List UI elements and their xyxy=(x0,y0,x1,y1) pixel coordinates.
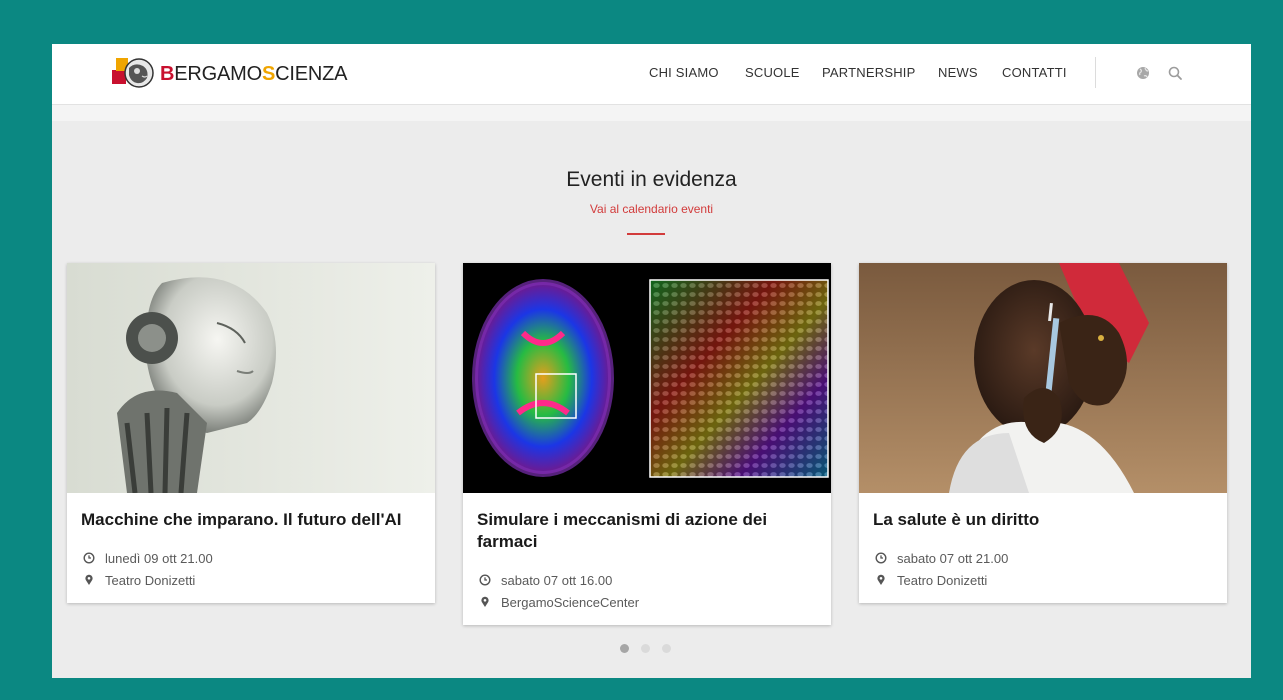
site-logo[interactable]: BERGAMOSCIENZA xyxy=(112,54,347,94)
event-card[interactable]: La salute è un diritto sabato 07 ott 21.… xyxy=(859,263,1227,603)
map-pin-icon xyxy=(877,574,885,585)
carousel-dot-1[interactable] xyxy=(620,644,629,653)
clock-icon xyxy=(479,574,491,586)
event-title: Simulare i meccanismi di azione dei farm… xyxy=(477,510,768,551)
event-location: BergamoScienceCenter xyxy=(477,591,817,613)
title-underline xyxy=(627,233,665,235)
nav-chi-siamo[interactable]: CHI SIAMO xyxy=(649,65,719,80)
event-location: Teatro Donizetti xyxy=(81,569,421,591)
event-location: Teatro Donizetti xyxy=(873,569,1213,591)
globe-icon[interactable] xyxy=(1135,65,1151,81)
event-image-robot xyxy=(67,263,435,493)
search-icon[interactable] xyxy=(1167,65,1183,81)
carousel-dot-2[interactable] xyxy=(641,644,650,653)
map-pin-icon xyxy=(85,574,93,585)
logo-wordmark: BERGAMOSCIENZA xyxy=(160,62,348,85)
nav-news[interactable]: NEWS xyxy=(938,65,978,80)
event-datetime-text: sabato 07 ott 21.00 xyxy=(897,550,1009,566)
event-title: Macchine che imparano. Il futuro dell'AI xyxy=(81,510,402,529)
event-location-text: Teatro Donizetti xyxy=(105,572,196,588)
carousel-pagination xyxy=(620,644,683,653)
event-title: La salute è un diritto xyxy=(873,510,1040,529)
event-image-brain-scan xyxy=(463,263,831,493)
event-location-text: Teatro Donizetti xyxy=(897,572,988,588)
event-card[interactable]: Macchine che imparano. Il futuro dell'AI… xyxy=(67,263,435,603)
nav-contatti[interactable]: CONTATTI xyxy=(1002,65,1067,80)
event-datetime: sabato 07 ott 16.00 xyxy=(477,569,817,591)
event-datetime: lunedì 09 ott 21.00 xyxy=(81,547,421,569)
map-pin-icon xyxy=(481,596,489,607)
event-card[interactable]: Simulare i meccanismi di azione dei farm… xyxy=(463,263,831,625)
nav-divider xyxy=(1095,57,1096,88)
event-datetime: sabato 07 ott 21.00 xyxy=(873,547,1213,569)
nav-scuole[interactable]: SCUOLE xyxy=(745,65,800,80)
clock-icon xyxy=(83,552,95,564)
event-datetime-text: sabato 07 ott 16.00 xyxy=(501,572,613,588)
event-datetime-text: lunedì 09 ott 21.00 xyxy=(105,550,213,566)
event-image-syringe xyxy=(859,263,1227,493)
section-title: Eventi in evidenza xyxy=(566,168,737,191)
page-frame: BERGAMOSCIENZA CHI SIAMO SCUOLE PARTNERS… xyxy=(52,44,1251,678)
clock-icon xyxy=(875,552,887,564)
nav-partnership[interactable]: PARTNERSHIP xyxy=(822,65,915,80)
event-location-text: BergamoScienceCenter xyxy=(501,594,640,610)
calendar-link[interactable]: Vai al calendario eventi xyxy=(52,202,1251,216)
carousel-dot-3[interactable] xyxy=(662,644,671,653)
site-header: BERGAMOSCIENZA CHI SIAMO SCUOLE PARTNERS… xyxy=(52,44,1251,105)
header-spacer xyxy=(52,105,1251,121)
logo-mark-icon xyxy=(112,58,154,88)
